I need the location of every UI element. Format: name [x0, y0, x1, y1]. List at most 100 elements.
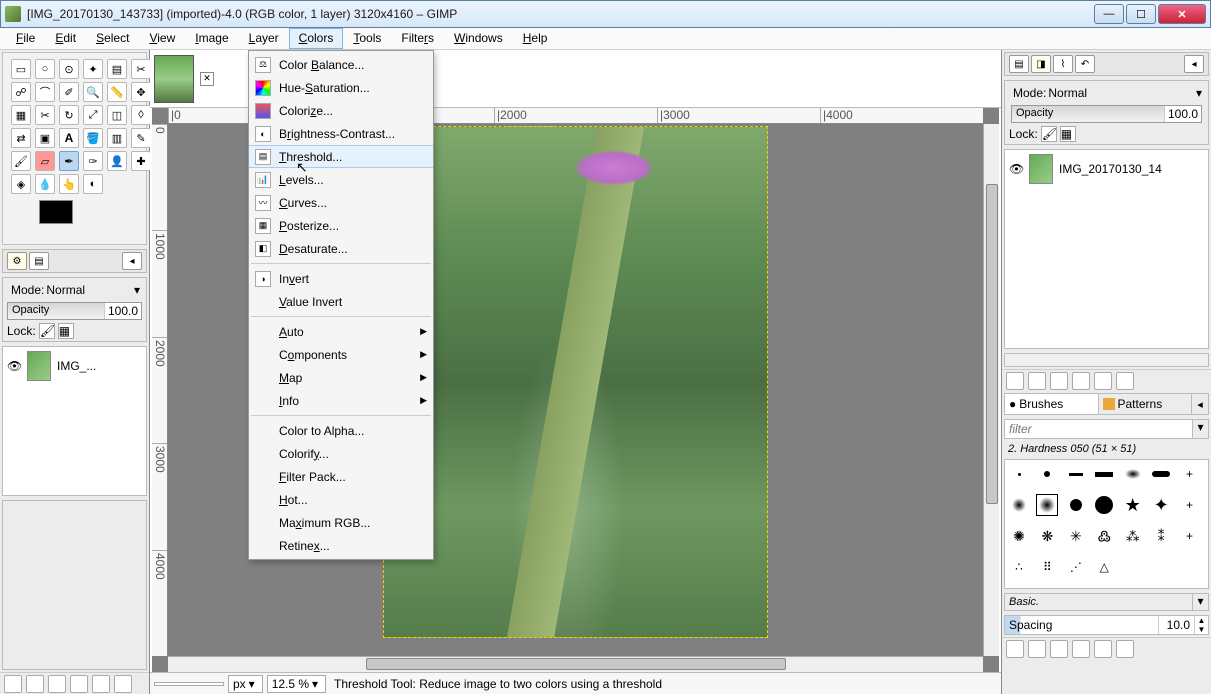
new-layer-button[interactable] — [1006, 372, 1024, 390]
tool-airbrush[interactable]: ✒ — [59, 151, 79, 171]
tool-perspective-clone[interactable]: ◈ — [11, 174, 31, 194]
raise-button[interactable] — [1028, 372, 1046, 390]
visibility-icon[interactable]: 👁 — [1009, 162, 1023, 176]
raise-button[interactable] — [26, 675, 44, 693]
mi-levels[interactable]: 📊Levels... — [249, 168, 433, 191]
tool-align[interactable]: ▦ — [11, 105, 31, 125]
scrollbar-vertical[interactable] — [983, 124, 999, 656]
tool-color-picker[interactable]: ✐ — [59, 82, 79, 102]
tool-paintbrush[interactable]: 🖌 — [11, 151, 31, 171]
brush-item[interactable]: ❋ — [1036, 525, 1058, 547]
menu-colors[interactable]: Colors — [289, 28, 344, 49]
menu-windows[interactable]: Windows — [444, 28, 513, 49]
tab-patterns[interactable]: Patterns — [1099, 394, 1193, 414]
lock-alpha-icon[interactable]: ▦ — [1060, 126, 1076, 142]
tab-channels[interactable]: ◨ — [1031, 55, 1051, 73]
dock-menu-button[interactable]: ◂ — [122, 252, 142, 270]
right-scrollbar[interactable] — [1004, 353, 1209, 367]
tool-flip[interactable]: ⇄ — [11, 128, 31, 148]
brush-item[interactable] — [1036, 463, 1058, 485]
brush-item[interactable]: ✳ — [1065, 525, 1087, 547]
lock-alpha-icon[interactable]: ▦ — [58, 323, 74, 339]
brush-item[interactable]: ✦ — [1150, 494, 1172, 516]
tool-scissors[interactable]: ✂ — [131, 59, 151, 79]
dock-menu-button[interactable]: ◂ — [1184, 55, 1204, 73]
brush-preset-selector[interactable]: Basic.▾ — [1004, 593, 1209, 611]
brush-item[interactable]: ⋰ — [1065, 556, 1087, 578]
tool-pencil[interactable]: ✎ — [131, 128, 151, 148]
mi-color-balance[interactable]: ⚖Color Balance... — [249, 53, 433, 76]
brush-item[interactable] — [1093, 463, 1115, 485]
tool-measure[interactable]: 📏 — [107, 82, 127, 102]
mi-posterize[interactable]: ▦Posterize... — [249, 214, 433, 237]
tool-bucket[interactable]: 🪣 — [83, 128, 103, 148]
mi-filter-pack[interactable]: Filter Pack... — [249, 465, 433, 488]
delete-layer-button[interactable] — [1116, 372, 1134, 390]
anchor-button[interactable] — [1094, 372, 1112, 390]
brush-item[interactable] — [1122, 463, 1144, 485]
tool-text[interactable]: A — [59, 128, 79, 148]
tool-fuzzy-select[interactable]: ✦ — [83, 59, 103, 79]
color-swatch[interactable] — [39, 200, 87, 236]
layer-item[interactable]: 👁IMG_20170130_14 — [1005, 150, 1208, 188]
mode-dropdown-icon[interactable]: ▾ — [134, 283, 140, 297]
brush-item[interactable]: ✺ — [1008, 525, 1030, 547]
tool-paths[interactable]: ⌒ — [35, 82, 55, 102]
tool-rect-select[interactable]: ▭ — [11, 59, 31, 79]
lock-pixels-icon[interactable]: 🖌 — [1041, 126, 1057, 142]
brush-item[interactable] — [1150, 463, 1172, 485]
zoom-selector[interactable]: 12.5 %▾ — [267, 675, 326, 693]
tool-eraser[interactable]: ▱ — [35, 151, 55, 171]
brush-item[interactable] — [1008, 463, 1030, 485]
canvas-image[interactable] — [383, 126, 768, 638]
tool-ink[interactable]: ✑ — [83, 151, 103, 171]
brush-filter[interactable]: ▾ — [1004, 419, 1209, 439]
brush-item[interactable]: + — [1179, 525, 1201, 547]
tool-smudge[interactable]: 👆 — [59, 174, 79, 194]
refresh-brush-button[interactable] — [1094, 640, 1112, 658]
menu-tools[interactable]: Tools — [343, 28, 391, 49]
maximize-button[interactable]: ☐ — [1126, 4, 1156, 24]
mi-components[interactable]: Components▶ — [249, 343, 433, 366]
mi-threshold[interactable]: ▤Threshold... — [249, 145, 433, 168]
brush-item[interactable]: △ — [1093, 556, 1115, 578]
edit-brush-button[interactable] — [1006, 640, 1024, 658]
tool-cage[interactable]: ▣ — [35, 128, 55, 148]
menu-layer[interactable]: Layer — [239, 28, 289, 49]
lower-button[interactable] — [48, 675, 66, 693]
tab-paths[interactable]: ⌇ — [1053, 55, 1073, 73]
tab-brushes[interactable]: ●Brushes — [1005, 394, 1099, 414]
tab-tool-options[interactable]: ⚙ — [7, 252, 27, 270]
mi-hue-saturation[interactable]: Hue-Saturation... — [249, 76, 433, 99]
brush-item[interactable]: + — [1179, 463, 1201, 485]
tool-zoom[interactable]: 🔍 — [83, 82, 103, 102]
document-close-button[interactable]: ✕ — [200, 72, 214, 86]
mi-colorize[interactable]: Colorize... — [249, 99, 433, 122]
mi-invert[interactable]: ◑Invert — [249, 267, 433, 290]
menu-help[interactable]: Help — [513, 28, 558, 49]
minimize-button[interactable]: — — [1094, 4, 1124, 24]
tool-rotate[interactable]: ↻ — [59, 105, 79, 125]
brush-item[interactable]: + — [1179, 494, 1201, 516]
lower-button[interactable] — [1050, 372, 1068, 390]
menu-view[interactable]: View — [139, 28, 185, 49]
tab-layers-left[interactable]: ▤ — [29, 252, 49, 270]
mi-curves[interactable]: 〰Curves... — [249, 191, 433, 214]
mi-auto[interactable]: Auto▶ — [249, 320, 433, 343]
dup-button[interactable] — [70, 675, 88, 693]
menu-file[interactable]: File — [6, 28, 45, 49]
mode-value[interactable]: Normal — [46, 283, 134, 297]
mi-maximum-rgb[interactable]: Maximum RGB... — [249, 511, 433, 534]
tool-clone[interactable]: 👤 — [107, 151, 127, 171]
brush-item[interactable] — [1065, 494, 1087, 516]
brush-item[interactable] — [1065, 463, 1087, 485]
opacity-field[interactable]: Opacity100.0 — [1011, 105, 1202, 123]
mi-color-to-alpha[interactable]: Color to Alpha... — [249, 419, 433, 442]
brush-item[interactable] — [1093, 494, 1115, 516]
mode-value[interactable]: Normal — [1048, 86, 1196, 100]
tool-blend[interactable]: ▥ — [107, 128, 127, 148]
filter-dropdown-icon[interactable]: ▾ — [1192, 420, 1208, 438]
mi-retinex[interactable]: Retinex... — [249, 534, 433, 557]
brush-item[interactable]: ⠿ — [1036, 556, 1058, 578]
brush-item[interactable]: ⁑ — [1150, 525, 1172, 547]
